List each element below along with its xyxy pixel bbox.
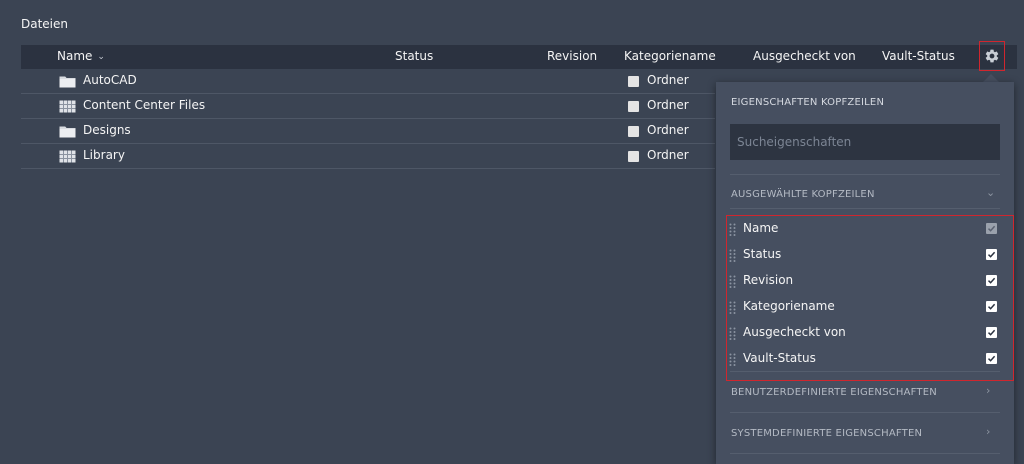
chevron-down-icon[interactable]: ⌄ (986, 186, 995, 199)
category-swatch (628, 126, 639, 137)
property-label: Vault-Status (743, 351, 816, 365)
drag-handle-icon[interactable] (729, 353, 736, 366)
check-icon (987, 303, 996, 310)
category-swatch (628, 76, 639, 87)
file-name[interactable]: Designs (83, 123, 131, 137)
search-input[interactable] (730, 124, 1000, 160)
page-title: Dateien (21, 17, 69, 31)
check-icon (987, 355, 996, 362)
divider (730, 174, 1000, 175)
check-icon (987, 277, 996, 284)
list-item[interactable]: Status (727, 242, 1009, 268)
file-name[interactable]: Library (83, 148, 125, 162)
drag-handle-icon[interactable] (729, 249, 736, 262)
folder-icon (59, 126, 76, 138)
divider (730, 453, 1000, 454)
column-settings-button[interactable] (979, 41, 1005, 71)
property-checkbox[interactable] (986, 301, 997, 312)
column-header-revision[interactable]: Revision (547, 49, 597, 63)
property-checkbox[interactable] (986, 353, 997, 364)
column-header-category[interactable]: Kategoriename (624, 49, 716, 63)
gear-icon (985, 49, 999, 63)
column-header-name[interactable]: Name ⌄ (57, 49, 105, 63)
property-label: Name (743, 221, 779, 235)
drag-handle-icon[interactable] (729, 223, 736, 236)
folder-icon (59, 76, 76, 88)
drag-handle-icon[interactable] (729, 275, 736, 288)
system-properties-section-toggle[interactable]: SYSTEMDEFINIERTE EIGENSCHAFTEN (731, 428, 922, 439)
list-item[interactable]: Revision (727, 268, 1009, 294)
panel-caret (983, 74, 999, 82)
chevron-down-icon: ⌄ (97, 52, 105, 62)
panel-heading: EIGENSCHAFTEN KOPFZEILEN (731, 97, 885, 108)
column-header-name-label: Name (57, 49, 93, 63)
property-checkbox[interactable] (986, 249, 997, 260)
property-label: Kategoriename (743, 299, 835, 313)
property-checkbox[interactable] (986, 223, 997, 234)
library-icon (59, 150, 76, 163)
column-header-checked-out-by[interactable]: Ausgecheckt von (753, 49, 856, 63)
list-item[interactable]: Ausgecheckt von (727, 320, 1009, 346)
check-icon (987, 329, 996, 336)
file-name[interactable]: Content Center Files (83, 98, 205, 112)
table-row[interactable]: Content Center Files Ordner (21, 94, 715, 119)
file-name[interactable]: AutoCAD (83, 73, 137, 87)
selected-headers-list: Name Status Revision Kategoriename Ausge… (726, 215, 1014, 381)
divider (730, 371, 1000, 372)
category-name: Ordner (647, 73, 689, 87)
property-checkbox[interactable] (986, 275, 997, 286)
table-row[interactable]: Library Ordner (21, 144, 715, 169)
category-swatch (628, 151, 639, 162)
column-properties-panel: EIGENSCHAFTEN KOPFZEILEN AUSGEWÄHLTE KOP… (716, 82, 1014, 464)
category-name: Ordner (647, 148, 689, 162)
property-label: Status (743, 247, 782, 261)
table-header: Name ⌄ Status Revision Kategoriename Ausg… (21, 45, 1017, 69)
table-row[interactable]: Designs Ordner (21, 119, 715, 144)
column-header-status[interactable]: Status (395, 49, 433, 63)
list-item[interactable]: Kategoriename (727, 294, 1009, 320)
divider (730, 208, 1000, 209)
divider (730, 412, 1000, 413)
column-header-vault-status[interactable]: Vault-Status (882, 49, 955, 63)
check-icon (987, 251, 996, 258)
category-swatch (628, 101, 639, 112)
selected-headers-section-toggle[interactable]: AUSGEWÄHLTE KOPFZEILEN (731, 189, 875, 200)
property-label: Revision (743, 273, 794, 287)
chevron-right-icon[interactable]: › (986, 384, 990, 397)
check-icon (987, 225, 996, 232)
chevron-right-icon[interactable]: › (986, 425, 990, 438)
list-item[interactable]: Vault-Status (727, 346, 1009, 372)
library-icon (59, 100, 76, 113)
category-name: Ordner (647, 98, 689, 112)
property-label: Ausgecheckt von (743, 325, 846, 339)
drag-handle-icon[interactable] (729, 327, 736, 340)
list-item[interactable]: Name (727, 216, 1009, 242)
custom-properties-section-toggle[interactable]: BENUTZERDEFINIERTE EIGENSCHAFTEN (731, 387, 937, 398)
category-name: Ordner (647, 123, 689, 137)
property-checkbox[interactable] (986, 327, 997, 338)
drag-handle-icon[interactable] (729, 301, 736, 314)
table-row[interactable]: AutoCAD Ordner (21, 69, 715, 94)
